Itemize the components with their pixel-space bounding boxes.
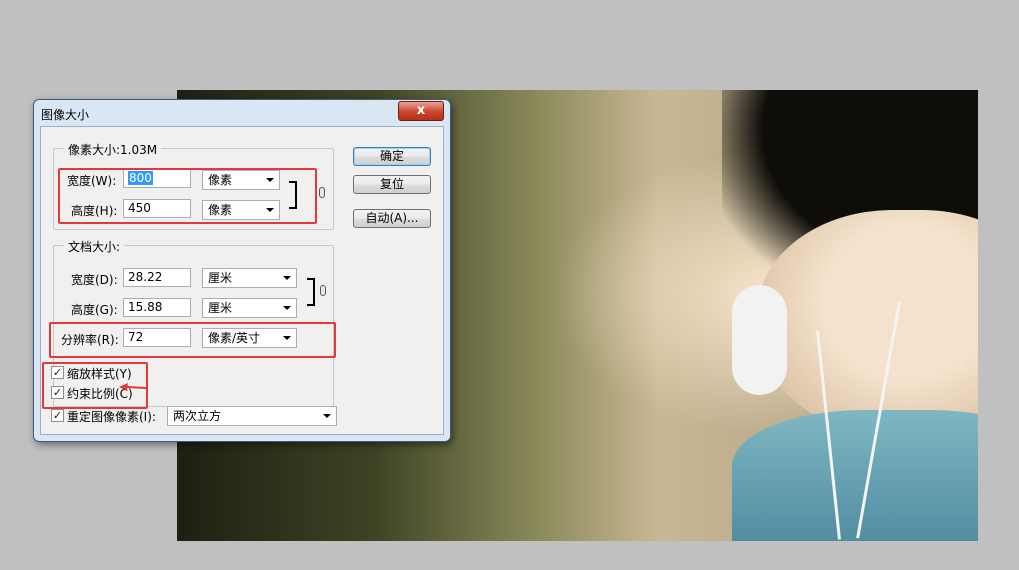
chain-link-icon bbox=[319, 187, 325, 198]
ok-button[interactable]: 确定 bbox=[353, 147, 431, 166]
chevron-down-icon bbox=[283, 306, 291, 310]
resolution-unit-select[interactable]: 像素/英寸 bbox=[202, 328, 297, 348]
close-button[interactable]: x bbox=[398, 101, 444, 121]
scale-styles-label: 缩放样式(Y) bbox=[67, 367, 132, 381]
pixel-dimensions-legend: 像素大小:1.03M bbox=[64, 141, 162, 158]
pixel-height-value: 450 bbox=[128, 201, 151, 215]
doc-width-input[interactable]: 28.22 bbox=[123, 268, 191, 287]
resample-method: 两次立方 bbox=[173, 409, 222, 423]
constrain-proportions-checkbox[interactable]: ✓ bbox=[51, 386, 64, 399]
dialog-title: 图像大小 bbox=[41, 108, 90, 122]
pixel-width-input[interactable]: 800 bbox=[123, 169, 191, 188]
dialog-client-area: 像素大小:1.03M 宽度(W): 800 像素 高度(H): 450 像素 文… bbox=[40, 126, 444, 435]
resample-checkbox[interactable]: ✓ bbox=[51, 409, 64, 422]
resample-method-select[interactable]: 两次立方 bbox=[167, 406, 337, 426]
resolution-input[interactable]: 72 bbox=[123, 328, 191, 347]
chevron-down-icon bbox=[283, 336, 291, 340]
resolution-label: 分辨率(R): bbox=[61, 333, 119, 347]
photo-shirt bbox=[732, 410, 978, 541]
chevron-down-icon bbox=[323, 414, 331, 418]
resolution-value: 72 bbox=[128, 330, 144, 344]
annotation-arrow-icon bbox=[119, 383, 147, 391]
pixel-height-input[interactable]: 450 bbox=[123, 199, 191, 218]
reset-button-label: 复位 bbox=[379, 177, 404, 191]
pixel-width-value: 800 bbox=[128, 171, 153, 185]
doc-height-input[interactable]: 15.88 bbox=[123, 298, 191, 317]
reset-button[interactable]: 复位 bbox=[353, 175, 431, 194]
doc-width-unit-select[interactable]: 厘米 bbox=[202, 268, 297, 288]
close-icon: x bbox=[416, 103, 426, 118]
chain-link-icon bbox=[320, 285, 326, 296]
resample-label: 重定图像像素(I): bbox=[67, 410, 156, 424]
dialog-title-bar[interactable]: 图像大小 x bbox=[34, 100, 450, 126]
pixel-link-bracket bbox=[289, 181, 297, 209]
document-link-bracket bbox=[307, 278, 315, 306]
pixel-height-unit-select[interactable]: 像素 bbox=[202, 200, 280, 220]
chevron-down-icon bbox=[266, 178, 274, 182]
ok-button-label: 确定 bbox=[379, 149, 404, 163]
check-icon: ✓ bbox=[52, 409, 63, 422]
image-size-dialog: 图像大小 x 像素大小:1.03M 宽度(W): 800 像素 高度(H): 4… bbox=[33, 99, 451, 442]
auto-button-label: 自动(A)... bbox=[365, 211, 419, 225]
pixel-width-label: 宽度(W): bbox=[67, 174, 117, 188]
doc-width-value: 28.22 bbox=[128, 270, 163, 284]
check-icon: ✓ bbox=[52, 366, 63, 379]
chevron-down-icon bbox=[266, 208, 274, 212]
pixel-height-unit: 像素 bbox=[208, 203, 233, 217]
doc-height-value: 15.88 bbox=[128, 300, 163, 314]
photo-headphone-left bbox=[732, 285, 787, 395]
resolution-unit: 像素/英寸 bbox=[208, 331, 261, 345]
auto-button[interactable]: 自动(A)... bbox=[353, 209, 431, 228]
doc-width-unit: 厘米 bbox=[208, 271, 233, 285]
check-icon: ✓ bbox=[52, 386, 63, 399]
doc-height-label: 高度(G): bbox=[71, 303, 118, 317]
doc-height-unit: 厘米 bbox=[208, 301, 233, 315]
scale-styles-checkbox[interactable]: ✓ bbox=[51, 366, 64, 379]
doc-width-label: 宽度(D): bbox=[71, 273, 118, 287]
document-size-legend: 文档大小: bbox=[64, 238, 125, 255]
photo-face bbox=[757, 210, 978, 440]
pixel-height-label: 高度(H): bbox=[71, 204, 118, 218]
chevron-down-icon bbox=[283, 276, 291, 280]
pixel-width-unit-select[interactable]: 像素 bbox=[202, 170, 280, 190]
doc-height-unit-select[interactable]: 厘米 bbox=[202, 298, 297, 318]
pixel-width-unit: 像素 bbox=[208, 173, 233, 187]
